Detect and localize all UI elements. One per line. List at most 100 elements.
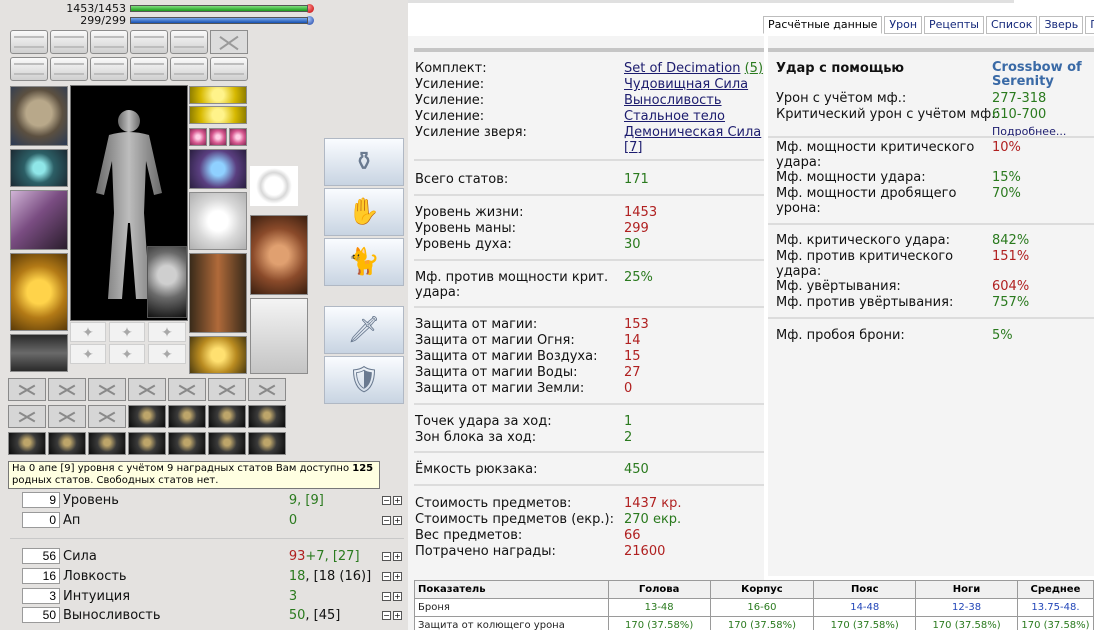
gem-slot[interactable] <box>48 378 86 401</box>
gem-row-3 <box>8 432 286 455</box>
helm-gem-slot[interactable] <box>208 432 246 455</box>
gem-slot[interactable] <box>8 405 46 428</box>
rune-slot[interactable] <box>148 344 186 365</box>
helm-gem-slot[interactable] <box>248 432 286 455</box>
table-cell: 170 (37.58%) <box>607 616 711 630</box>
gem-slot[interactable] <box>128 378 166 401</box>
plus-button[interactable]: + <box>393 495 402 505</box>
scroll-slot[interactable] <box>90 57 128 81</box>
pet-button[interactable]: 🐈 <box>324 238 404 286</box>
minus-button[interactable]: − <box>382 571 391 581</box>
scroll-slot[interactable] <box>10 57 48 81</box>
rune-slot[interactable] <box>148 322 186 343</box>
handshake-button[interactable]: ✋ <box>324 188 404 236</box>
gem-slot[interactable] <box>48 405 86 428</box>
minus-button[interactable]: − <box>382 495 391 505</box>
plus-button[interactable]: + <box>393 551 402 561</box>
scroll-slot[interactable] <box>130 30 168 54</box>
armor-slot[interactable] <box>10 253 68 331</box>
minus-button[interactable]: − <box>382 610 391 620</box>
gem-slot[interactable] <box>88 378 126 401</box>
ring-slot[interactable] <box>229 128 247 146</box>
ring-slot[interactable] <box>189 128 207 146</box>
minus-button[interactable]: − <box>382 551 391 561</box>
boost-link[interactable]: Выносливость <box>624 93 722 109</box>
boost-link[interactable]: Чудовищная Сила <box>624 77 748 93</box>
rune-slot[interactable] <box>109 322 145 343</box>
rune-slot[interactable] <box>109 344 145 365</box>
ap-input[interactable] <box>22 512 60 528</box>
pants-slot[interactable] <box>189 253 247 333</box>
tab-list[interactable]: Список <box>985 16 1038 34</box>
gloves-slot[interactable] <box>189 149 247 189</box>
weapon-slot[interactable] <box>10 190 68 250</box>
helm-gem-slot[interactable] <box>128 432 166 455</box>
table-row: Броня 13-48 16-60 14-48 12-38 13.75-48. <box>414 598 1094 617</box>
ring-slot[interactable] <box>209 128 227 146</box>
pet-boost-link[interactable]: Демоническая Сила <box>624 125 761 141</box>
intuition-input[interactable] <box>22 588 60 604</box>
gem-slot[interactable] <box>168 378 206 401</box>
tab-damage[interactable]: Урон <box>884 16 923 34</box>
amulet-slot[interactable] <box>189 86 247 104</box>
bracers-slot[interactable] <box>10 149 68 187</box>
scroll-slot[interactable] <box>210 57 248 81</box>
weapon-name[interactable]: Crossbow of Serenity <box>992 61 1092 89</box>
helm-gem-slot[interactable] <box>128 405 166 428</box>
empty-slot[interactable] <box>210 30 248 54</box>
gem-slot[interactable] <box>208 378 246 401</box>
scroll-slot[interactable] <box>50 57 88 81</box>
endurance-input[interactable] <box>22 607 60 623</box>
shield-slot[interactable] <box>189 192 247 250</box>
minus-button[interactable]: − <box>382 591 391 601</box>
tab-calculated[interactable]: Расчётные данные <box>763 16 883 34</box>
gem-slot[interactable] <box>8 378 46 401</box>
plus-button[interactable]: + <box>393 515 402 525</box>
helm-gem-slot[interactable] <box>168 432 206 455</box>
helm-gem-slot[interactable] <box>208 405 246 428</box>
scroll-slot[interactable] <box>170 30 208 54</box>
helm-gem-slot[interactable] <box>8 432 46 455</box>
cat-icon: 🐈 <box>347 247 381 277</box>
helm-gem-slot[interactable] <box>248 405 286 428</box>
scroll-slot[interactable] <box>90 30 128 54</box>
plus-button[interactable]: + <box>393 571 402 581</box>
tab-pet[interactable]: Зверь <box>1039 16 1084 34</box>
scroll-slot[interactable] <box>170 57 208 81</box>
level-input[interactable] <box>22 492 60 508</box>
plus-button[interactable]: + <box>393 591 402 601</box>
boost-link[interactable]: Стальное тело <box>624 109 725 125</box>
tab-recipes[interactable]: Рецепты <box>924 16 984 34</box>
gem-slot[interactable] <box>88 405 126 428</box>
boots-slot[interactable] <box>189 336 247 374</box>
halo-slot[interactable] <box>250 166 298 206</box>
minus-button[interactable]: − <box>382 515 391 525</box>
cloak-slot[interactable] <box>250 298 308 374</box>
tab-indicators[interactable]: Показат <box>1085 16 1094 34</box>
stat-value: 9, [9] <box>288 492 324 508</box>
agility-input[interactable] <box>22 568 60 584</box>
stance-defense-button[interactable]: 🛡 <box>324 356 404 404</box>
potion-button[interactable]: ⚱ <box>324 138 404 186</box>
stance-attack-button[interactable]: 🗡 <box>324 306 404 354</box>
scroll-slot[interactable] <box>10 30 48 54</box>
rune-slot[interactable] <box>70 322 106 343</box>
plus-button[interactable]: + <box>393 610 402 620</box>
belt-slot[interactable] <box>10 334 68 372</box>
helmet-slot[interactable] <box>10 86 68 146</box>
scroll-slot[interactable] <box>50 30 88 54</box>
helm-gem-slot[interactable] <box>168 405 206 428</box>
rune-slot[interactable] <box>70 344 106 365</box>
helm-gem-slot[interactable] <box>88 432 126 455</box>
strength-input[interactable] <box>22 548 60 564</box>
set-link[interactable]: Set of Decimation <box>624 61 740 76</box>
pet-portrait[interactable] <box>147 246 187 318</box>
gem-slot[interactable] <box>248 378 286 401</box>
shirt-slot[interactable] <box>250 215 308 295</box>
stat-label: Интуиция <box>63 588 131 604</box>
divider <box>414 484 764 486</box>
helm-gem-slot[interactable] <box>48 432 86 455</box>
scroll-slot[interactable] <box>130 57 168 81</box>
table-cell: 170 (37.58%) <box>1016 616 1094 630</box>
earrings-slot[interactable] <box>189 106 247 124</box>
